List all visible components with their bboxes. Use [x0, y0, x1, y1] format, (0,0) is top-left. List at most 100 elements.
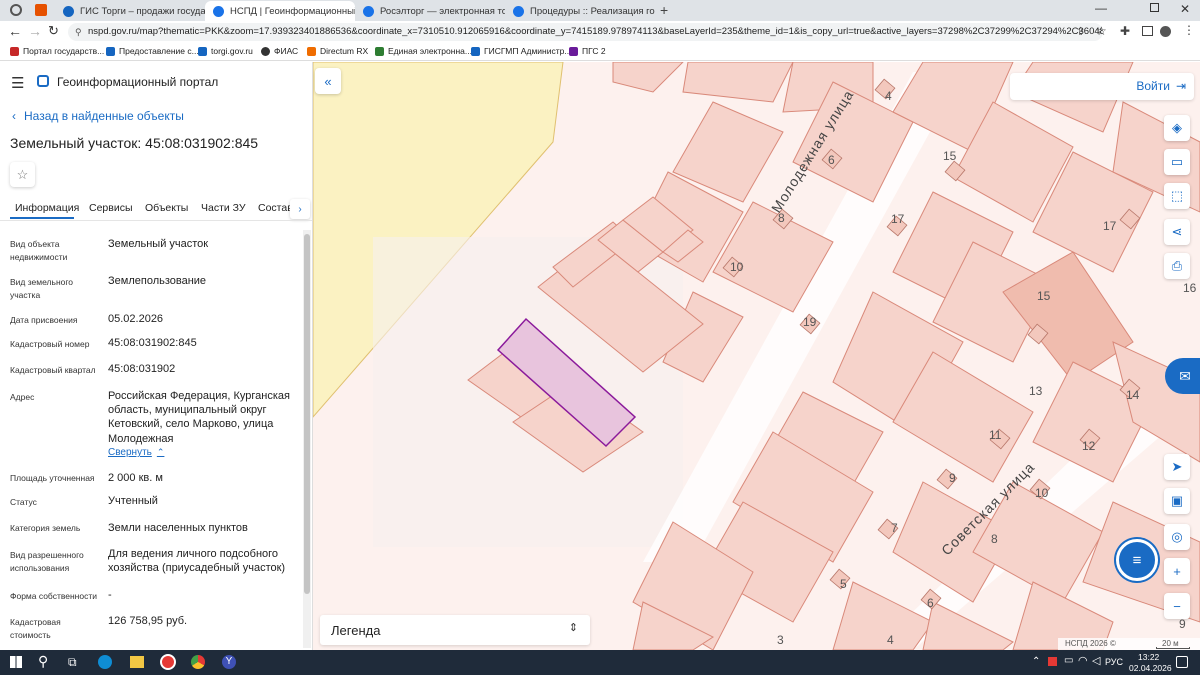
map-canvas[interactable]: 4 6 8 10 15 17 19 15 17 16 13 14 11 12 9…: [313, 62, 1200, 650]
map-attribution: НСПД 2026 © 20 м: [1058, 638, 1200, 650]
chat-icon: ≡: [1132, 551, 1142, 569]
browser-logo-icon[interactable]: [10, 4, 22, 16]
share-icon[interactable]: ⇪: [1076, 25, 1085, 38]
favorite-button[interactable]: ☆: [10, 162, 35, 187]
tab-services[interactable]: Сервисы: [89, 202, 133, 214]
tab-favicon-icon: [513, 5, 524, 17]
browser-yandex-icon[interactable]: [160, 654, 176, 670]
bookmark-item[interactable]: Directum RX: [307, 46, 368, 56]
tab-roseltorg[interactable]: Росэлторг — электронная торг ✕: [355, 1, 505, 21]
bookmark-item[interactable]: torgi.gov.ru: [198, 46, 253, 56]
bookmark-item[interactable]: ФИАС: [261, 46, 298, 56]
search-by-point-button[interactable]: ◎: [1164, 524, 1190, 550]
tabs-divider: [0, 220, 312, 221]
bookmark-item[interactable]: ПГС 2: [569, 46, 606, 56]
share-button[interactable]: ⋖: [1164, 219, 1190, 245]
house-number: 8: [991, 532, 998, 546]
new-tab-icon[interactable]: +: [660, 2, 668, 18]
tray-app-icon[interactable]: [1048, 657, 1057, 666]
house-number: 9: [1179, 617, 1186, 631]
object-title: Земельный участок: 45:08:031902:845: [10, 135, 259, 151]
zoom-out-button[interactable]: −: [1164, 593, 1190, 619]
reload-icon[interactable]: ↻: [48, 23, 59, 39]
house-number: 10: [730, 260, 744, 274]
bookmark-item[interactable]: ГИСГМП Администр...: [471, 46, 571, 56]
geolocation-button[interactable]: ➤: [1164, 454, 1190, 480]
extension-icon[interactable]: [35, 4, 47, 16]
select-area-button[interactable]: ⬚: [1164, 183, 1190, 209]
field-label: Вид объекта недвижимости: [10, 239, 68, 262]
house-number: 17: [891, 212, 905, 226]
assistant-badge[interactable]: ✉: [1165, 358, 1200, 394]
clock-date[interactable]: 02.04.2026: [1129, 663, 1172, 673]
tab-objects[interactable]: Объекты: [145, 202, 188, 214]
tab-procedures[interactable]: Процедуры :: Реализация госи ✕: [505, 1, 655, 21]
volume-icon[interactable]: ◁: [1092, 654, 1100, 667]
tab-parts[interactable]: Части ЗУ: [201, 202, 246, 214]
field-label: Кадастровый квартал: [10, 365, 96, 375]
search-icon[interactable]: ⚲: [38, 653, 48, 670]
sidebar-toggle-icon[interactable]: [1142, 26, 1153, 36]
yandex-icon[interactable]: Y: [222, 655, 236, 669]
field-label: Площадь уточненная: [10, 473, 95, 483]
login-button[interactable]: Войти ⇥: [1136, 79, 1186, 93]
chrome-icon[interactable]: [191, 655, 205, 669]
measure-button[interactable]: ▭: [1164, 149, 1190, 175]
extensions-icon[interactable]: ✚: [1120, 24, 1130, 38]
field-value: 2 000 кв. м: [108, 472, 163, 484]
field-value: 45:08:031902:845: [108, 337, 197, 349]
clock-time[interactable]: 13:22: [1138, 652, 1159, 662]
wifi-icon[interactable]: ◠: [1078, 654, 1088, 667]
bookmark-star-icon[interactable]: ☆: [1096, 24, 1107, 38]
collapse-panel-button[interactable]: «: [315, 68, 341, 94]
house-number: 19: [803, 315, 817, 329]
basemap-button[interactable]: ▣: [1164, 488, 1190, 514]
back-arrow-icon[interactable]: ←: [8, 23, 22, 39]
hamburger-menu-icon[interactable]: ☰: [11, 74, 24, 92]
select-area-icon: ⬚: [1170, 188, 1184, 203]
site-info-icon[interactable]: ⚲: [75, 23, 82, 41]
basemap-icon: ▣: [1170, 493, 1184, 508]
bookmark-item[interactable]: Единая электронна...: [375, 46, 472, 56]
address-bar[interactable]: ⚲ nspd.gov.ru/map?thematic=PKK&zoom=17.9…: [68, 23, 1103, 41]
notification-icon[interactable]: [1176, 656, 1188, 668]
expand-collapse-icon[interactable]: ⇕: [569, 621, 578, 634]
file-explorer-icon[interactable]: [130, 656, 144, 668]
tab-information[interactable]: Информация: [15, 202, 79, 214]
chevron-up-icon: ⌃: [156, 447, 165, 457]
tab-composition[interactable]: Состав: [258, 202, 293, 214]
field-label: Кадастровая стоимость: [10, 617, 61, 640]
tray-chevron-icon[interactable]: ⌃: [1032, 656, 1040, 667]
tab-nspd[interactable]: НСПД | Геоинформационный п ✕: [205, 1, 355, 21]
collapse-link[interactable]: Свернуть ⌃: [108, 447, 164, 458]
network-icon[interactable]: ▭: [1064, 655, 1073, 666]
portal-title[interactable]: Геоинформационный портал: [57, 75, 218, 89]
field-value: Земельный участок: [108, 238, 209, 250]
parcel: [612, 62, 684, 93]
task-view-icon[interactable]: ⧉: [68, 655, 77, 670]
tab-gis-torgi[interactable]: ГИС Торги – продажи государс ✕: [55, 1, 205, 21]
bookmark-item[interactable]: Портал государств...: [10, 46, 104, 56]
windows-start-icon[interactable]: [10, 656, 22, 668]
panel-scrollbar[interactable]: [303, 230, 311, 648]
back-link[interactable]: ‹ Назад в найденные объекты: [12, 109, 184, 123]
edge-icon[interactable]: [98, 655, 112, 669]
cadastral-map-svg[interactable]: [313, 62, 1200, 650]
minimize-icon[interactable]: —: [1095, 1, 1107, 15]
legend-panel[interactable]: Легенда ⇕: [320, 615, 590, 645]
field-label: Дата присвоения: [10, 315, 78, 325]
print-button[interactable]: ⎙: [1164, 253, 1190, 279]
house-number: 7: [891, 521, 898, 535]
chat-button[interactable]: ≡: [1116, 539, 1158, 581]
close-window-icon[interactable]: ✕: [1180, 2, 1190, 16]
zoom-in-button[interactable]: +: [1164, 558, 1190, 584]
maximize-icon[interactable]: [1150, 3, 1159, 12]
bookmark-item[interactable]: Предоставление с...: [106, 46, 199, 56]
layers-button[interactable]: ◈: [1164, 115, 1190, 141]
profile-icon[interactable]: [1160, 26, 1171, 37]
language-indicator[interactable]: РУС: [1105, 657, 1123, 667]
forward-arrow-icon[interactable]: →: [28, 23, 42, 39]
scrollbar-thumb[interactable]: [304, 234, 310, 594]
menu-dots-icon[interactable]: ⋮: [1183, 23, 1195, 37]
tabs-scroll-right-button[interactable]: ›: [290, 199, 310, 219]
